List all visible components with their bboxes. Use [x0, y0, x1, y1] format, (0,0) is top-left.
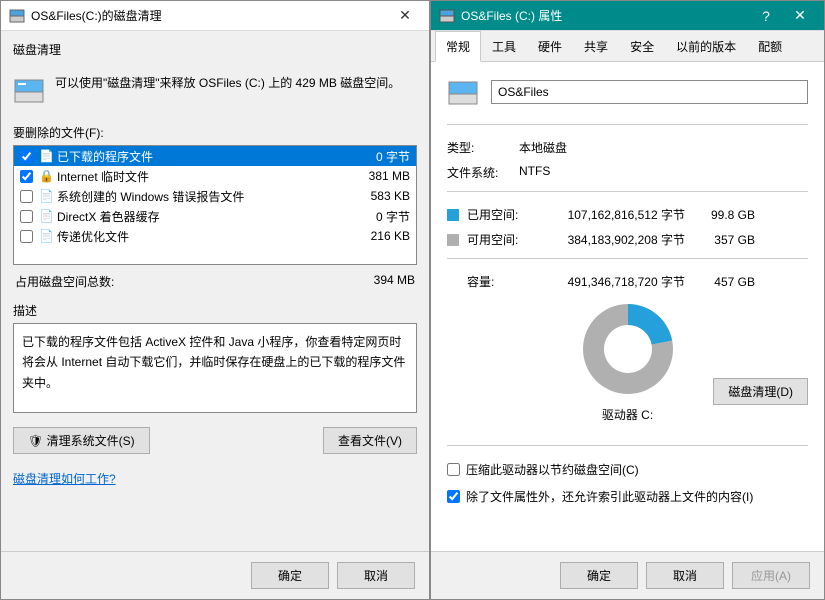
list-item-checkbox[interactable] — [20, 170, 33, 183]
used-label: 已用空间: — [467, 206, 535, 223]
close-button[interactable]: ✕ — [389, 4, 421, 28]
titlebar: OS&Files (C:) 属性 ? ✕ — [431, 1, 824, 31]
cleanup-system-files-button[interactable]: 🛡 清理系统文件(S) — [13, 427, 150, 454]
capacity-label: 容量: — [467, 273, 535, 290]
type-label: 类型: — [447, 139, 519, 156]
description-text: 已下载的程序文件包括 ActiveX 控件和 Java 小程序，你查看特定网页时… — [13, 323, 417, 413]
free-color-swatch — [447, 234, 459, 246]
drive-icon — [439, 8, 455, 24]
type-value: 本地磁盘 — [519, 139, 808, 156]
index-label: 除了文件属性外，还允许索引此驱动器上文件的内容(I) — [466, 488, 753, 505]
filesystem-label: 文件系统: — [447, 164, 519, 181]
capacity-gb: 457 GB — [685, 275, 755, 289]
list-item-size: 216 KB — [371, 229, 410, 243]
tab-4[interactable]: 安全 — [619, 31, 665, 61]
list-item-checkbox[interactable] — [20, 230, 33, 243]
ok-button[interactable]: 确定 — [251, 562, 329, 589]
list-item[interactable]: 📄 传递优化文件216 KB — [14, 226, 416, 246]
total-label: 占用磁盘空间总数: — [15, 273, 114, 290]
filesystem-value: NTFS — [519, 164, 808, 181]
list-item-checkbox[interactable] — [20, 190, 33, 203]
disk-cleanup-dialog: OS&Files(C:)的磁盘清理 ✕ 磁盘清理 可以使用"磁盘清理"来释放 O… — [0, 0, 430, 600]
tab-label: 磁盘清理 — [13, 41, 417, 58]
file-icon: 📄 — [39, 189, 53, 203]
tab-5[interactable]: 以前的版本 — [665, 31, 747, 61]
list-item-size: 0 字节 — [376, 208, 410, 225]
list-item-name: Internet 临时文件 — [57, 168, 369, 185]
usage-donut-chart — [583, 304, 673, 394]
list-item-size: 381 MB — [369, 169, 410, 183]
list-item-name: 系统创建的 Windows 错误报告文件 — [57, 188, 371, 205]
compress-checkbox[interactable] — [447, 463, 460, 476]
used-color-swatch — [447, 209, 459, 221]
list-item-name: 传递优化文件 — [57, 228, 371, 245]
list-item-checkbox[interactable] — [20, 210, 33, 223]
files-listbox[interactable]: 📄已下载的程序文件0 字节🔒Internet 临时文件381 MB📄系统创建的 … — [13, 145, 417, 265]
file-icon: 📄 — [39, 209, 53, 223]
info-text: 可以使用"磁盘清理"来释放 OSFiles (C:) 上的 429 MB 磁盘空… — [55, 74, 400, 93]
list-item-name: 已下载的程序文件 — [57, 148, 376, 165]
cleanup-drive-icon — [13, 74, 45, 106]
view-files-button[interactable]: 查看文件(V) — [323, 427, 417, 454]
index-checkbox[interactable] — [447, 490, 460, 503]
help-button[interactable]: ? — [750, 4, 782, 28]
free-bytes: 384,183,902,208 字节 — [535, 231, 685, 248]
file-icon: 📄 — [39, 229, 53, 243]
total-value: 394 MB — [374, 273, 415, 290]
description-label: 描述 — [13, 302, 417, 319]
drive-properties-dialog: OS&Files (C:) 属性 ? ✕ 常规工具硬件共享安全以前的版本配额 类… — [430, 0, 825, 600]
window-title: OS&Files (C:) 属性 — [461, 7, 750, 24]
list-item[interactable]: 📄 系统创建的 Windows 错误报告文件583 KB — [14, 186, 416, 206]
capacity-bytes: 491,346,718,720 字节 — [535, 273, 685, 290]
tabs: 常规工具硬件共享安全以前的版本配额 — [431, 31, 824, 62]
tab-0[interactable]: 常规 — [435, 31, 481, 62]
disk-cleanup-button[interactable]: 磁盘清理(D) — [713, 378, 808, 405]
titlebar: OS&Files(C:)的磁盘清理 ✕ — [1, 1, 429, 31]
list-item[interactable]: 📄 已下载的程序文件0 字节 — [14, 146, 416, 166]
list-item[interactable]: 🔒 Internet 临时文件381 MB — [14, 166, 416, 186]
file-icon: 📄 — [39, 149, 53, 163]
ok-button[interactable]: 确定 — [560, 562, 638, 589]
list-item-name: DirectX 着色器缓存 — [57, 208, 376, 225]
compress-label: 压缩此驱动器以节约磁盘空间(C) — [466, 461, 639, 478]
tab-1[interactable]: 工具 — [481, 31, 527, 61]
drive-letter-label: 驱动器 C: — [602, 406, 653, 423]
free-gb: 357 GB — [685, 233, 755, 247]
list-item-size: 0 字节 — [376, 148, 410, 165]
drive-icon — [447, 76, 479, 108]
list-item[interactable]: 📄 DirectX 着色器缓存0 字节 — [14, 206, 416, 226]
general-tab-panel: 类型: 本地磁盘 文件系统: NTFS 已用空间: 107,162,816,51… — [431, 62, 824, 551]
list-item-size: 583 KB — [371, 189, 410, 203]
used-gb: 99.8 GB — [685, 208, 755, 222]
close-button[interactable]: ✕ — [784, 4, 816, 28]
list-item-checkbox[interactable] — [20, 150, 33, 163]
cancel-button[interactable]: 取消 — [337, 562, 415, 589]
drive-name-input[interactable] — [491, 80, 808, 104]
used-bytes: 107,162,816,512 字节 — [535, 206, 685, 223]
tab-3[interactable]: 共享 — [573, 31, 619, 61]
cancel-button[interactable]: 取消 — [646, 562, 724, 589]
files-to-delete-label: 要删除的文件(F): — [13, 124, 417, 141]
drive-icon — [9, 8, 25, 24]
free-label: 可用空间: — [467, 231, 535, 248]
apply-button[interactable]: 应用(A) — [732, 562, 810, 589]
how-does-cleanup-work-link[interactable]: 磁盘清理如何工作? — [13, 470, 417, 487]
tab-6[interactable]: 配额 — [747, 31, 793, 61]
lock-icon: 🔒 — [39, 169, 53, 183]
shield-icon: 🛡 — [28, 434, 43, 448]
window-title: OS&Files(C:)的磁盘清理 — [31, 7, 389, 24]
tab-2[interactable]: 硬件 — [527, 31, 573, 61]
